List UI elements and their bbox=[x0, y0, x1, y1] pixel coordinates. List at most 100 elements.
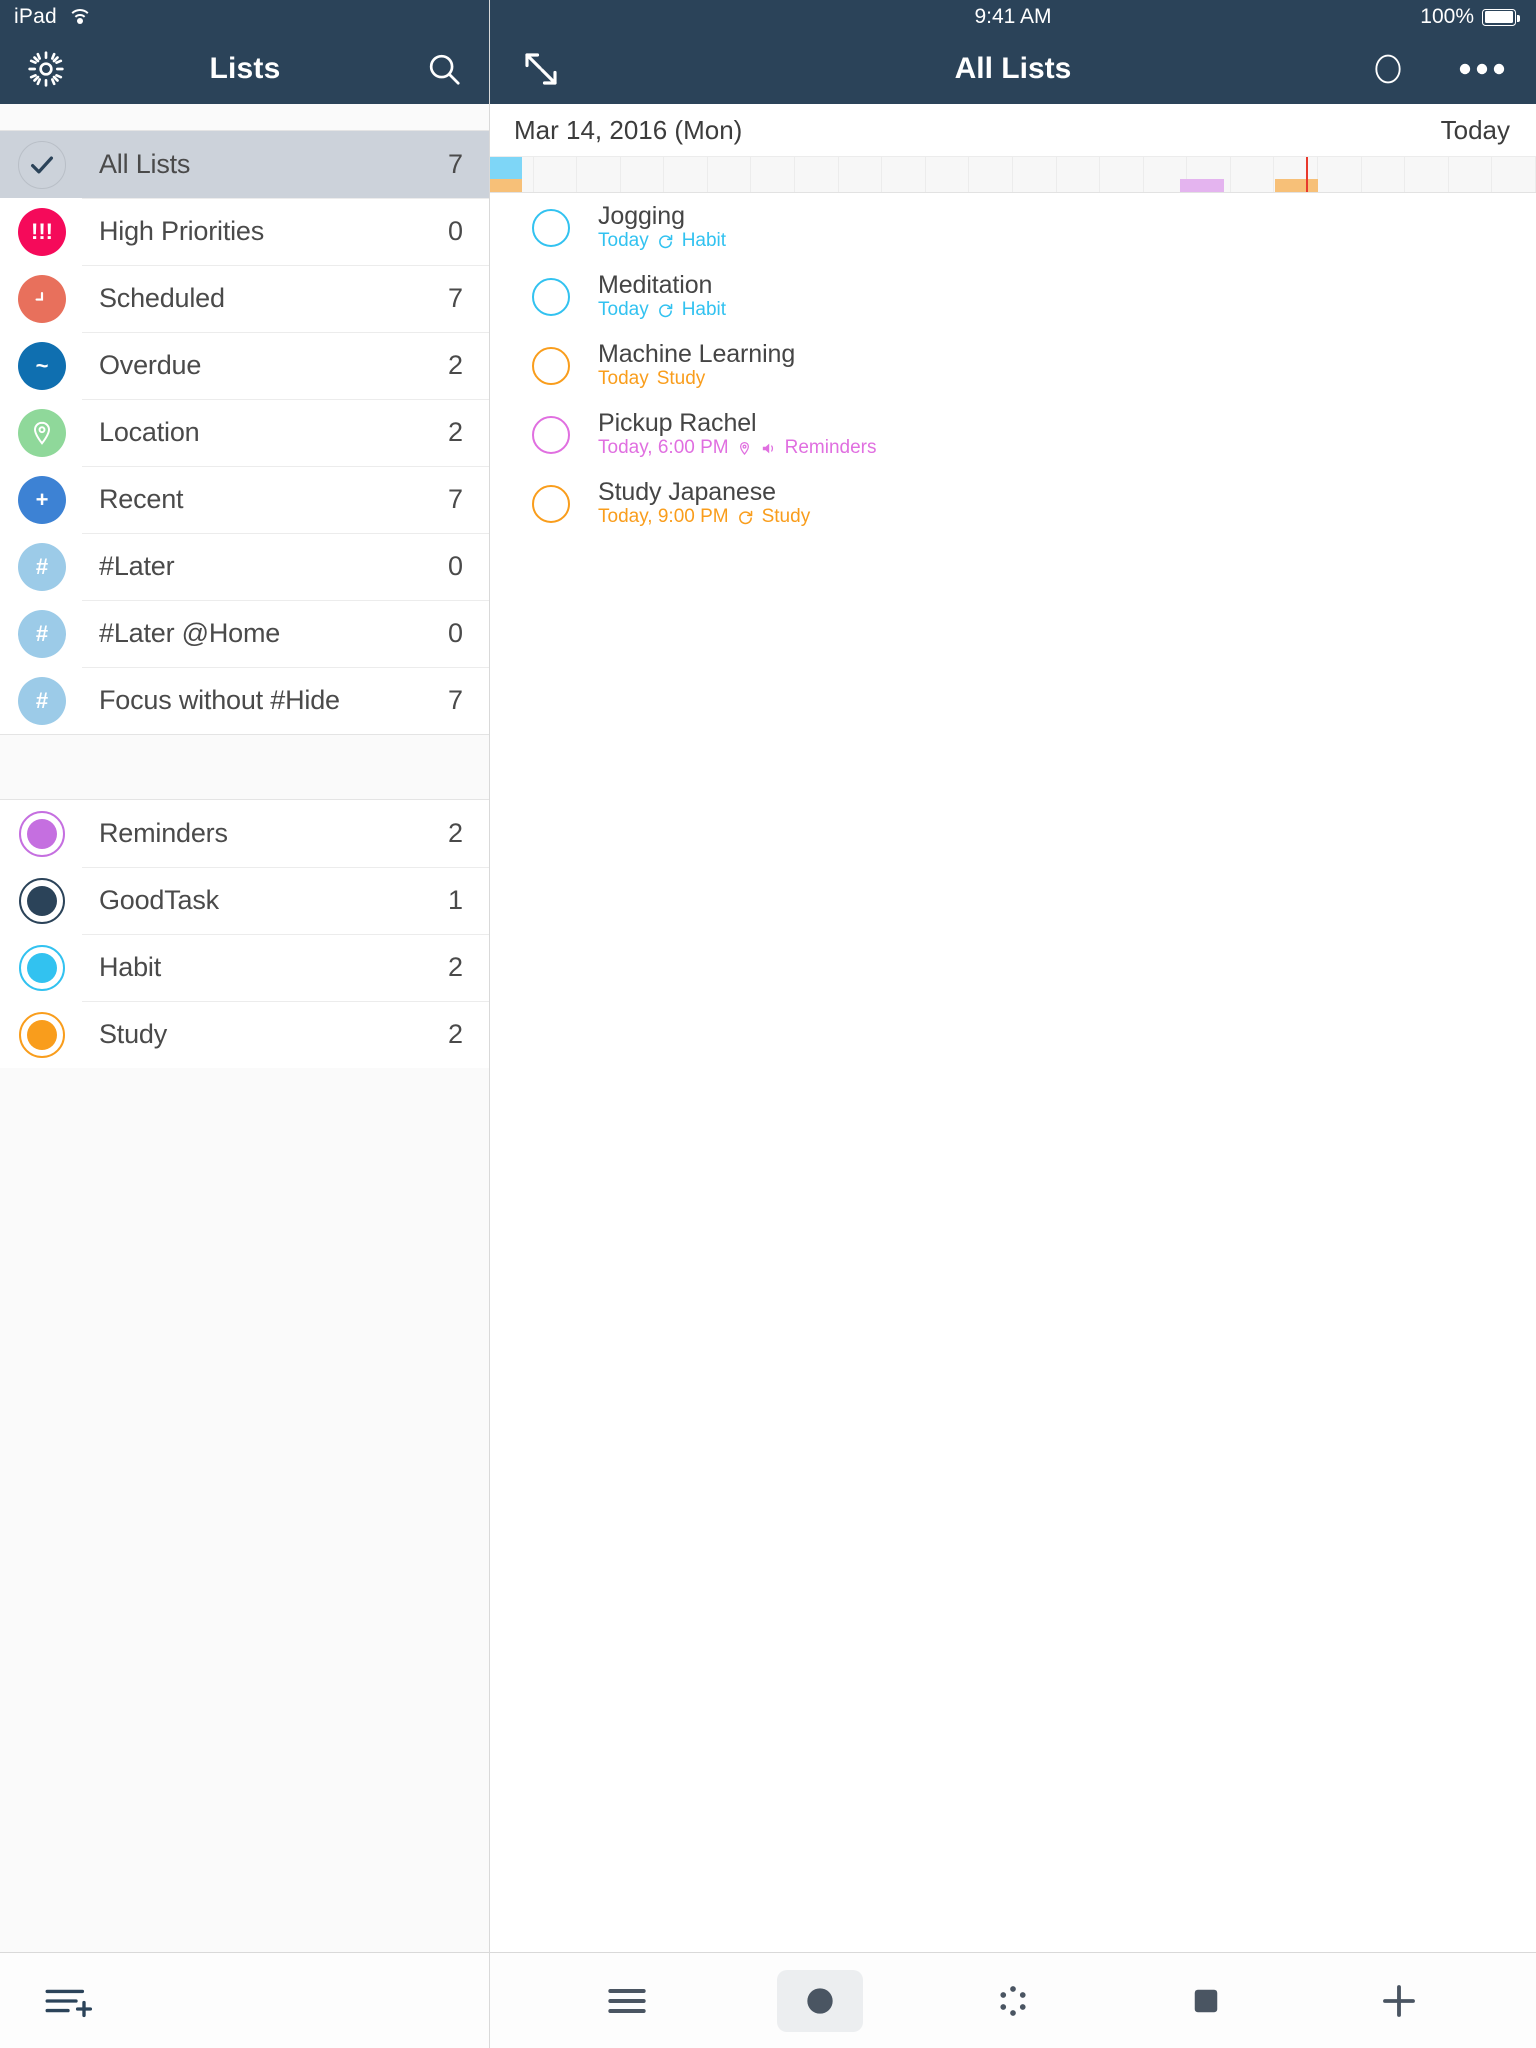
smart-lists-group: All Lists 7!!! High Priorities 0 Scheduled 7… bbox=[0, 131, 489, 734]
task-subtitle: Today Study bbox=[598, 368, 795, 390]
sidebar-navbar: Lists bbox=[0, 34, 489, 104]
sidebar-item-focus-without-hide[interactable]: # Focus without #Hide 7 bbox=[0, 667, 489, 734]
timeline-cell bbox=[926, 157, 970, 192]
sidebar-item-habit[interactable]: Habit 2 bbox=[0, 934, 489, 1001]
timeline-cell bbox=[1231, 157, 1275, 192]
sidebar-item-label: #Later bbox=[99, 551, 175, 581]
task-when: Today bbox=[598, 299, 649, 321]
task-row[interactable]: Pickup Rachel Today, 6:00 PM Reminders bbox=[490, 400, 1536, 469]
exclamation-icon: !!! bbox=[18, 207, 66, 256]
task-subtitle: Today Habit bbox=[598, 299, 727, 321]
list-color-ring-icon bbox=[18, 877, 66, 925]
task-complete-checkbox[interactable] bbox=[532, 415, 570, 454]
task-title: Pickup Rachel bbox=[598, 408, 757, 437]
sidebar-item-reminders[interactable]: Reminders 2 bbox=[0, 800, 489, 867]
task-subtitle: Today, 9:00 PM Study bbox=[598, 506, 810, 528]
task-when: Today, 6:00 PM bbox=[598, 437, 729, 459]
sidebar-item-later-home[interactable]: # #Later @Home 0 bbox=[0, 600, 489, 667]
sidebar-item-recent[interactable]: + Recent 7 bbox=[0, 466, 489, 533]
task-text: Meditation Today Habit bbox=[598, 272, 726, 321]
filled-square-icon[interactable] bbox=[1163, 1970, 1249, 2032]
circle-outline-icon[interactable] bbox=[1374, 52, 1402, 86]
task-when: Today bbox=[598, 368, 649, 390]
search-icon[interactable] bbox=[425, 50, 463, 88]
task-complete-checkbox[interactable] bbox=[532, 208, 570, 247]
task-row[interactable]: Meditation Today Habit bbox=[490, 262, 1536, 331]
sidebar-item-location[interactable]: Location 2 bbox=[0, 399, 489, 466]
timeline-cell bbox=[882, 157, 926, 192]
expand-collapse-icon[interactable] bbox=[520, 48, 562, 90]
timeline-cell bbox=[1405, 157, 1449, 192]
detail-pane: 9:41 AM 100% All Lists Mar 14, 2016 (Mon… bbox=[490, 0, 1536, 2048]
tilde-icon: ~ bbox=[18, 341, 66, 390]
task-list: Jogging Today Habit Meditation Today Habit… bbox=[490, 193, 1536, 1952]
sidebar-item-high-priorities[interactable]: !!! High Priorities 0 bbox=[0, 198, 489, 265]
sidebar-item-goodtask[interactable]: GoodTask 1 bbox=[0, 867, 489, 934]
sidebar-item-all-lists[interactable]: All Lists 7 bbox=[0, 131, 489, 198]
sidebar-item-label: Habit bbox=[99, 952, 162, 982]
map-pin-icon bbox=[18, 408, 66, 457]
sidebar-item-label: Scheduled bbox=[99, 283, 225, 313]
clock-icon bbox=[18, 274, 66, 323]
timeline-cell bbox=[664, 157, 708, 192]
day-timeline[interactable] bbox=[490, 156, 1536, 193]
task-list-name: Reminders bbox=[784, 437, 877, 459]
timeline-cell bbox=[621, 157, 665, 192]
timeline-cell bbox=[1449, 157, 1493, 192]
task-complete-checkbox[interactable] bbox=[532, 277, 570, 316]
sidebar-item-label: All Lists bbox=[99, 149, 191, 179]
battery-percent: 100% bbox=[1420, 5, 1474, 28]
today-button[interactable]: Today bbox=[1441, 115, 1510, 146]
sidebar-item-count: 2 bbox=[447, 1019, 463, 1049]
gear-icon[interactable] bbox=[26, 49, 66, 89]
task-when: Today bbox=[598, 230, 649, 252]
task-title: Jogging bbox=[598, 201, 685, 230]
study-block bbox=[1274, 178, 1319, 192]
task-row[interactable]: Machine Learning Today Study bbox=[490, 331, 1536, 400]
sidebar-item-study[interactable]: Study 2 bbox=[0, 1001, 489, 1068]
task-text: Study Japanese Today, 9:00 PM Study bbox=[598, 479, 810, 528]
plus-icon[interactable] bbox=[1356, 1970, 1442, 2032]
sidebar-item-count: 7 bbox=[447, 484, 463, 514]
filled-circle-icon[interactable] bbox=[776, 1969, 863, 2032]
task-row[interactable]: Jogging Today Habit bbox=[490, 193, 1536, 262]
task-complete-checkbox[interactable] bbox=[532, 484, 570, 523]
dotted-circle-icon[interactable] bbox=[970, 1970, 1056, 2032]
now-indicator-line bbox=[1305, 157, 1308, 192]
plus-icon: + bbox=[18, 475, 66, 524]
right-status-bar: 9:41 AM 100% bbox=[490, 0, 1536, 34]
timeline-cell bbox=[1318, 157, 1362, 192]
sidebar-item-count: 2 bbox=[447, 417, 463, 447]
list-color-ring-icon bbox=[18, 810, 66, 858]
sidebar-body: All Lists 7!!! High Priorities 0 Scheduled 7… bbox=[0, 104, 489, 1952]
sidebar-item-count: 0 bbox=[447, 216, 463, 246]
sidebar-top-spacer bbox=[0, 104, 489, 131]
sidebar-item-label: Reminders bbox=[99, 818, 228, 848]
sidebar-item-overdue[interactable]: ~ Overdue 2 bbox=[0, 332, 489, 399]
list-add-icon[interactable] bbox=[44, 1981, 92, 2021]
timeline-cell bbox=[839, 157, 883, 192]
hashtag-icon: # bbox=[18, 609, 66, 658]
repeat-icon bbox=[738, 510, 752, 525]
sidebar-item-scheduled[interactable]: Scheduled 7 bbox=[0, 265, 489, 332]
task-row[interactable]: Study Japanese Today, 9:00 PM Study bbox=[490, 469, 1536, 538]
sidebar-toolbar bbox=[0, 1952, 489, 2048]
status-time: 9:41 AM bbox=[974, 5, 1052, 28]
sidebar-item-label: Location bbox=[99, 417, 200, 447]
repeat-icon bbox=[658, 234, 673, 249]
task-title: Study Japanese bbox=[598, 477, 776, 506]
app-root: iPad Lists All Lists 7 !!! High Prioriti… bbox=[0, 0, 1536, 2048]
ellipsis-icon[interactable] bbox=[1458, 62, 1506, 76]
sidebar-item-later[interactable]: # #Later 0 bbox=[0, 533, 489, 600]
hamburger-list-icon[interactable] bbox=[584, 1970, 670, 2032]
sidebar-item-count: 7 bbox=[447, 283, 463, 313]
reminders-block bbox=[1180, 178, 1225, 192]
task-text: Machine Learning Today Study bbox=[598, 341, 795, 390]
date-bar: Mar 14, 2016 (Mon) Today bbox=[490, 104, 1536, 156]
task-subtitle: Today Habit bbox=[598, 230, 726, 252]
task-complete-checkbox[interactable] bbox=[532, 346, 570, 385]
hashtag-icon: # bbox=[18, 676, 66, 725]
sidebar-item-label: Recent bbox=[99, 484, 184, 514]
task-list-name: Habit bbox=[681, 299, 727, 321]
task-title: Machine Learning bbox=[598, 339, 796, 368]
